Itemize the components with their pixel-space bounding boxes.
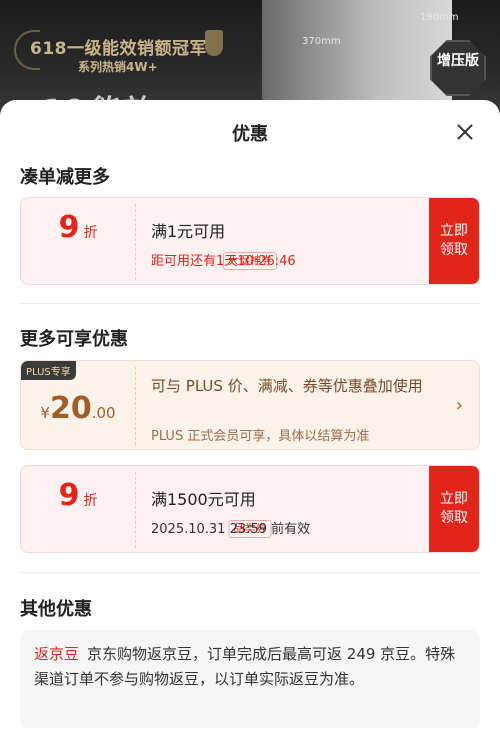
coupon-condition: 满1500元可用 — [151, 490, 256, 509]
plus-description: 可与 PLUS 价、满减、券等优惠叠加使用 — [151, 377, 423, 395]
claim-button[interactable]: 立即 领取 — [429, 198, 479, 284]
claim-button[interactable]: 立即 领取 — [429, 466, 479, 552]
promo-headline: 618一级能效销额冠军 — [30, 39, 207, 59]
claim-button-label: 立即 — [440, 491, 468, 507]
amount-decimal: .00 — [91, 404, 116, 422]
discount-unit: 折 — [83, 493, 98, 509]
divider — [20, 303, 480, 304]
divider — [20, 572, 480, 573]
coupon-card: 9折 品类券 满1500元可用 2025.10.31 23:59 前有效 立即领… — [20, 465, 480, 553]
dimension-width: 370mm — [302, 36, 341, 47]
coupon-expiry: 2025.10.31 23:59 前有效 — [151, 522, 311, 537]
plus-amount: ¥20.00 — [21, 391, 135, 426]
amount-integer: 20 — [49, 391, 92, 426]
claim-button-label: 领取 — [440, 510, 468, 526]
discount-value: 9 — [58, 478, 80, 513]
plus-tag: PLUS专享 — [21, 361, 76, 380]
jingdou-text: 京东购物返京豆，订单完成后最高可返 249 京豆。特殊渠道订单不参与购物返豆，以… — [34, 645, 456, 688]
coupon-condition: 满1元可用 — [151, 222, 226, 241]
claim-button-label: 立即 — [440, 223, 468, 239]
sheet-title: 优惠 — [232, 124, 268, 145]
plus-offer-card[interactable]: PLUS专享 ¥20.00 可与 PLUS 价、满减、券等优惠叠加使用 PLUS… — [20, 360, 480, 450]
section-title-more: 更多可享优惠 — [20, 329, 128, 350]
chevron-right-icon[interactable]: › — [456, 395, 463, 416]
currency-symbol: ¥ — [40, 404, 50, 422]
close-icon[interactable] — [452, 119, 478, 145]
coupon-card: 9折 大促神券 满1元可用 距可用还有1天10:26:46 立即 领取 — [20, 197, 480, 285]
dimension-depth: 190mm — [420, 12, 459, 23]
promo-subline: 系列热销4W+ — [78, 60, 158, 74]
trophy-icon — [205, 30, 223, 56]
coupon-separator — [135, 472, 136, 548]
coupon-discount: 9折 — [21, 210, 135, 245]
claim-button-label: 领取 — [440, 242, 468, 258]
coupon-separator — [135, 367, 136, 445]
section-title-other: 其他优惠 — [20, 599, 92, 620]
coupon-countdown: 距可用还有1天10:26:46 — [151, 254, 296, 269]
coupon-discount: 9折 — [21, 478, 135, 513]
discount-unit: 折 — [83, 225, 98, 241]
jingdou-label: 返京豆 — [34, 645, 80, 663]
coupon-separator — [135, 204, 136, 280]
other-offer-box: 返京豆 京东购物返京豆，订单完成后最高可返 249 京豆。特殊渠道订单不参与购物返… — [20, 630, 480, 728]
plus-note: PLUS 正式会员可享，具体以结算为准 — [151, 429, 370, 444]
discount-value: 9 — [58, 210, 80, 245]
section-title-bundle: 凑单减更多 — [20, 167, 110, 188]
